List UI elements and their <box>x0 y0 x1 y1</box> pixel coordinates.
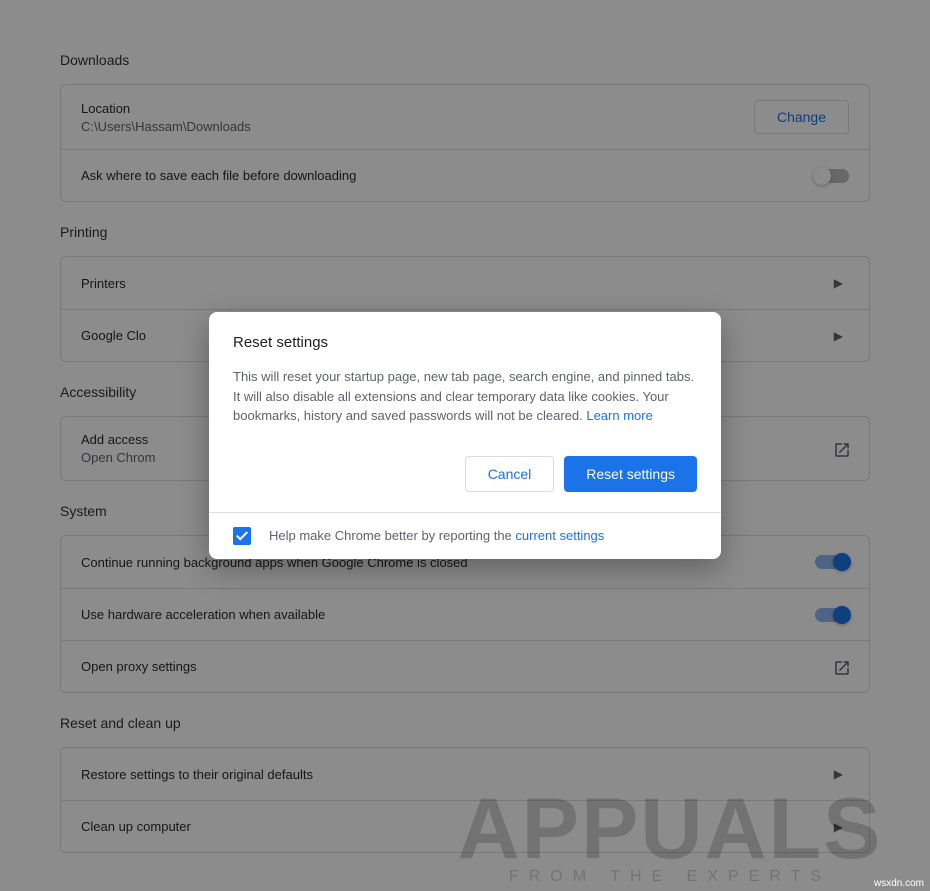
cancel-button[interactable]: Cancel <box>465 456 555 492</box>
learn-more-link[interactable]: Learn more <box>586 408 652 423</box>
dialog-description: This will reset your startup page, new t… <box>233 367 697 426</box>
dialog-actions: Cancel Reset settings <box>233 456 697 492</box>
dialog-body: Reset settings This will reset your star… <box>209 312 721 512</box>
current-settings-link[interactable]: current settings <box>515 528 604 543</box>
reset-settings-dialog: Reset settings This will reset your star… <box>209 312 721 559</box>
help-report-prefix: Help make Chrome better by reporting the <box>269 528 515 543</box>
help-report-checkbox[interactable] <box>233 527 251 545</box>
help-report-text: Help make Chrome better by reporting the… <box>269 528 604 543</box>
dialog-title: Reset settings <box>233 334 697 351</box>
attribution-text: wsxdn.com <box>874 878 924 889</box>
reset-settings-button[interactable]: Reset settings <box>564 456 697 492</box>
dialog-footer: Help make Chrome better by reporting the… <box>209 512 721 559</box>
